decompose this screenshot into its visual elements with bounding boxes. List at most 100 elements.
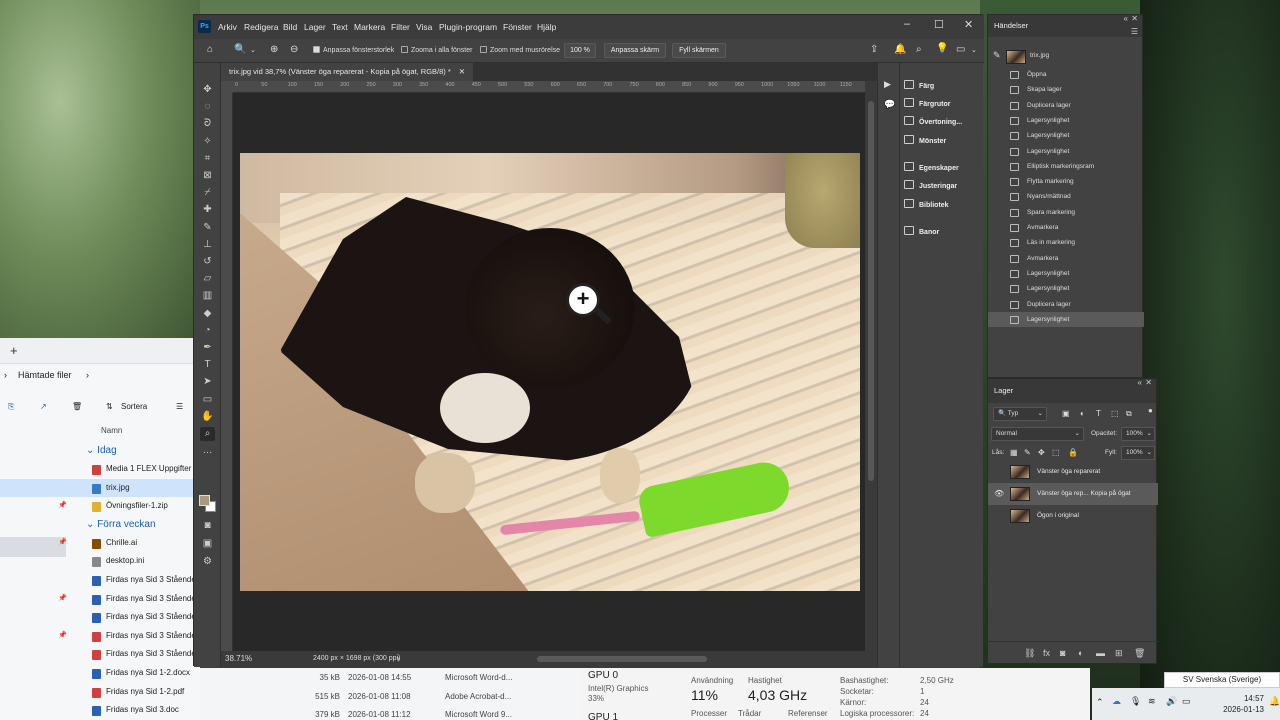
gpu1-label[interactable]: GPU 1 bbox=[588, 712, 618, 720]
chevron-down-icon[interactable]: ⌄ bbox=[250, 46, 256, 54]
history-item[interactable]: Läs in markering bbox=[988, 235, 1144, 250]
language-popup[interactable]: SV Svenska (Sverige) bbox=[1164, 672, 1280, 688]
discover-icon[interactable]: 💡 bbox=[936, 43, 948, 54]
menu-item[interactable]: Plugin-program bbox=[439, 22, 497, 32]
list-item[interactable]: Fridas nya Sid 1-2.docx bbox=[0, 664, 200, 683]
pin-icon[interactable]: 📌 bbox=[58, 627, 67, 646]
layer-row[interactable]: Vänster öga reparerat bbox=[988, 461, 1158, 483]
history-item[interactable]: Duplicera lager bbox=[988, 98, 1144, 113]
pin-icon[interactable]: 📌 bbox=[58, 497, 67, 516]
history-item[interactable]: Lagersynlighet bbox=[988, 311, 1144, 328]
pen-tool-icon[interactable]: ✒ bbox=[200, 341, 215, 355]
workspace-icon[interactable]: ▭ bbox=[956, 44, 965, 55]
close-icon[interactable]: ✕ bbox=[964, 18, 973, 31]
dock-item-swatches[interactable]: Färgrutor bbox=[904, 97, 951, 113]
filter-type-icon[interactable]: T bbox=[1096, 409, 1101, 418]
crop-tool-icon[interactable]: ⌗ bbox=[200, 152, 215, 166]
maximize-icon[interactable]: ☐ bbox=[934, 18, 944, 31]
history-item[interactable]: Lagersynlighet bbox=[988, 281, 1144, 296]
list-item[interactable]: Övningsfiler-1.zip 📌 bbox=[0, 497, 200, 516]
breadcrumb-item[interactable]: Hämtade filer bbox=[18, 370, 72, 380]
list-item[interactable]: Firdas nya Sid 3 Stående bbox=[0, 571, 200, 590]
resize-windows-checkbox[interactable]: Anpassa fönsterstorlek bbox=[313, 46, 394, 54]
dock-item-properties[interactable]: Egenskaper bbox=[904, 161, 959, 177]
screen-mode-icon[interactable]: ▣ bbox=[200, 537, 215, 551]
dock-item-libraries[interactable]: Bibliotek bbox=[904, 198, 949, 214]
dodge-tool-icon[interactable]: ◔ bbox=[200, 324, 215, 338]
menu-item[interactable]: Fönster bbox=[503, 22, 532, 32]
frame-tool-icon[interactable]: ⊠ bbox=[200, 169, 215, 183]
delete-icon[interactable]: 🗑 bbox=[72, 402, 82, 411]
zoom-in-icon[interactable]: ⊕ bbox=[270, 44, 278, 55]
blend-mode-select[interactable]: Normal ⌄ bbox=[991, 427, 1084, 441]
horizontal-scrollbar[interactable] bbox=[537, 656, 707, 662]
move-tool-icon[interactable]: ✥ bbox=[200, 83, 215, 97]
onedrive-icon[interactable]: ☁ bbox=[1112, 696, 1121, 707]
list-item[interactable]: Fridas nya Sid 3.doc bbox=[0, 701, 200, 720]
fit-screen-button[interactable]: Anpassa skärm bbox=[604, 43, 666, 58]
lock-all-icon[interactable]: 🔒 bbox=[1068, 448, 1078, 457]
chevron-down-icon[interactable]: ⌄ bbox=[971, 46, 977, 54]
history-item[interactable]: Avmarkera bbox=[988, 251, 1144, 266]
lock-artboard-icon[interactable]: ⬚ bbox=[1052, 448, 1060, 457]
vertical-scrollbar[interactable] bbox=[865, 81, 877, 651]
opacity-input[interactable]: 100% ⌄ bbox=[1121, 427, 1155, 441]
gradient-tool-icon[interactable]: ▥ bbox=[200, 289, 215, 303]
list-item[interactable]: Media 1 FLEX Uppgifter bbox=[0, 460, 200, 479]
comment-icon[interactable]: 💬 bbox=[884, 99, 895, 110]
column-header-name[interactable]: Namn bbox=[0, 426, 200, 442]
list-item[interactable]: Chrille.ai 📌 bbox=[0, 534, 200, 553]
list-item[interactable]: Firdas nya Sid 3 Stående 📌 bbox=[0, 627, 200, 646]
shape-tool-icon[interactable]: ▭ bbox=[200, 393, 215, 407]
history-item[interactable]: Lagersynlighet bbox=[988, 128, 1144, 143]
fill-screen-button[interactable]: Fyll skärmen bbox=[672, 43, 726, 58]
chevron-right-icon[interactable]: › bbox=[4, 370, 7, 380]
share-icon[interactable]: ⎘ bbox=[8, 402, 14, 412]
minimize-icon[interactable]: – bbox=[904, 18, 910, 30]
add-mask-icon[interactable]: ◙ bbox=[1060, 648, 1065, 658]
healing-brush-tool-icon[interactable]: ✚ bbox=[200, 203, 215, 217]
list-item[interactable]: Fridas nya Sid 1-2.pdf bbox=[0, 683, 200, 702]
document-image[interactable]: + bbox=[240, 153, 860, 591]
gpu0-label[interactable]: GPU 0 bbox=[588, 670, 618, 681]
menu-item[interactable]: Markera bbox=[354, 22, 385, 32]
menu-item[interactable]: Bild bbox=[283, 22, 297, 32]
chevron-up-icon[interactable]: ⌃ bbox=[1096, 697, 1104, 708]
history-brush-icon[interactable]: ✎ bbox=[993, 50, 1001, 61]
filter-shape-icon[interactable]: ⬚ bbox=[1111, 409, 1119, 418]
zoom-tool-icon[interactable]: ⌕ bbox=[200, 427, 215, 441]
zoom-tool-preset-icon[interactable]: 🔍 bbox=[234, 44, 246, 55]
play-icon[interactable]: ▶ bbox=[884, 79, 891, 90]
sort-button[interactable]: Sortera bbox=[121, 402, 147, 411]
microphone-icon[interactable]: 🎙 bbox=[1130, 696, 1141, 707]
layers-panel-title[interactable]: Lager bbox=[988, 379, 1156, 403]
lock-position-icon[interactable]: ✥ bbox=[1038, 448, 1045, 457]
clone-stamp-tool-icon[interactable]: ⊥ bbox=[200, 238, 215, 252]
history-brush-tool-icon[interactable]: ↺ bbox=[200, 255, 215, 269]
notification-icon[interactable]: 🔔 bbox=[894, 44, 906, 55]
list-item[interactable]: Firdas nya Sid 3 Stående bbox=[0, 645, 200, 664]
clock-time[interactable]: 14:57 bbox=[1202, 694, 1264, 703]
pin-icon[interactable]: 📌 bbox=[58, 534, 67, 553]
filter-pixel-icon[interactable]: ▣ bbox=[1062, 409, 1070, 418]
collapse-icon[interactable]: « bbox=[1124, 14, 1128, 23]
list-item[interactable]: Firdas nya Sid 3 Stående bbox=[0, 608, 200, 627]
home-icon[interactable]: ⌂ bbox=[207, 44, 213, 55]
vertical-ruler[interactable] bbox=[221, 93, 233, 651]
layer-row[interactable]: Ögon i original bbox=[988, 505, 1158, 527]
panel-menu-icon[interactable]: ☰ bbox=[1131, 27, 1138, 36]
foreground-color-swatch[interactable] bbox=[199, 495, 210, 506]
adjustment-layer-icon[interactable]: ◐ bbox=[1078, 648, 1083, 658]
new-layer-icon[interactable]: ⊞ bbox=[1115, 648, 1123, 659]
brush-tool-icon[interactable]: ✎ bbox=[200, 221, 215, 235]
history-item[interactable]: Flytta markering bbox=[988, 174, 1144, 189]
wifi-icon[interactable]: ≋ bbox=[1148, 696, 1156, 707]
clock-date[interactable]: 2026-01-13 bbox=[1202, 705, 1264, 714]
quick-select-tool-icon[interactable]: ✧ bbox=[200, 135, 215, 149]
filter-smart-icon[interactable]: ⧉ bbox=[1126, 409, 1132, 419]
close-icon[interactable]: ✕ bbox=[1131, 14, 1138, 23]
lock-transparent-icon[interactable]: ▦ bbox=[1010, 448, 1018, 457]
menu-item[interactable]: Lager bbox=[304, 22, 326, 32]
delete-layer-icon[interactable]: 🗑 bbox=[1134, 648, 1145, 659]
zoom-out-icon[interactable]: ⊖ bbox=[290, 44, 298, 55]
